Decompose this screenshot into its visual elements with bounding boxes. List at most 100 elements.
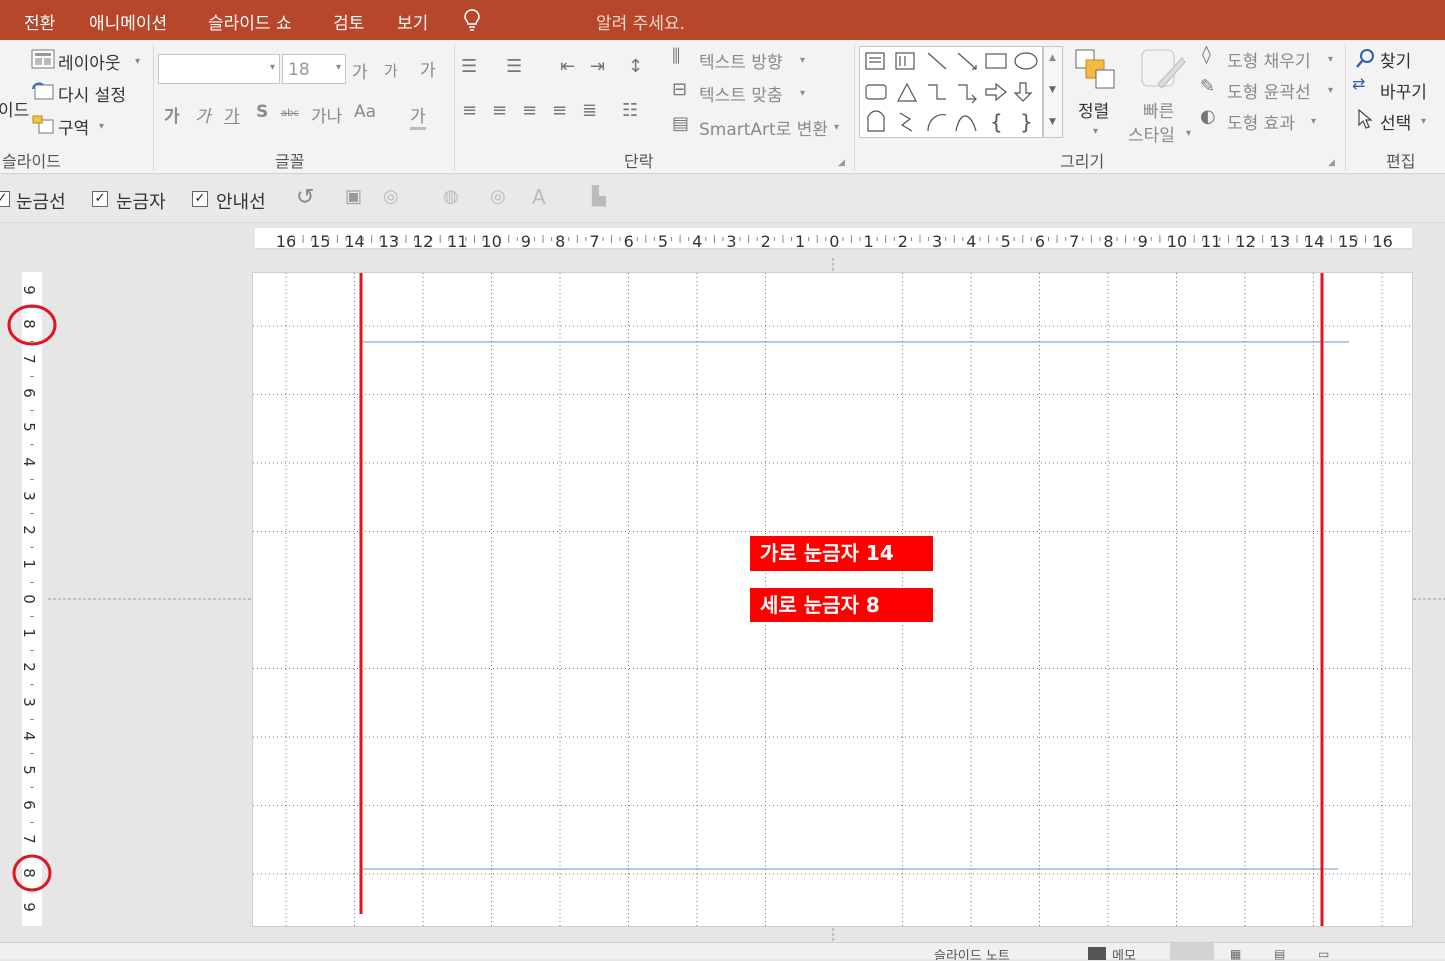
align-text-icon: ⊟: [672, 79, 688, 100]
tab-slideshow[interactable]: 슬라이드 쇼: [208, 9, 292, 34]
ribbon-tab-bar: 전환 애니메이션 슬라이드 쇼 검토 보기 알려 주세요.: [0, 0, 1445, 40]
label-horizontal-ruler[interactable]: 가로 눈금자 14: [750, 536, 933, 571]
normal-view-button[interactable]: [1170, 943, 1214, 960]
justify-icon[interactable]: ≡: [552, 102, 567, 120]
find-button[interactable]: 찾기: [1380, 47, 1411, 72]
undo-icon[interactable]: ↺: [296, 187, 314, 209]
chevron-down-icon: ▾: [270, 62, 276, 73]
group-divider: [454, 44, 455, 170]
view-options-bar: ✓ 눈금선 ✓ 눈금자 ✓ 안내선 ↺ ▣ ◎ ◍ ◎ A ▙: [0, 175, 1445, 223]
group-label-slides: 슬라이드: [2, 152, 61, 171]
shape-effects-button[interactable]: 도형 효과: [1227, 109, 1295, 134]
chevron-down-icon: ▾: [1328, 54, 1334, 65]
decrease-indent-icon[interactable]: ⇤: [560, 58, 575, 76]
align-right-icon[interactable]: ≡: [522, 102, 537, 120]
shape-merge-icon[interactable]: ◎: [383, 188, 399, 206]
group-label-editing: 편집: [1386, 152, 1416, 171]
gridlines-label: 눈금선: [16, 192, 66, 213]
guides-checkbox[interactable]: ✓: [192, 191, 208, 207]
replace-button[interactable]: 바꾸기: [1380, 78, 1427, 103]
pencil-icon: ✎: [1200, 76, 1216, 97]
format-painter-icon[interactable]: ▙: [592, 188, 606, 206]
gallery-more-icon[interactable]: ▼: [1049, 117, 1056, 127]
chevron-down-icon: ▾: [135, 56, 141, 67]
dialog-launcher-icon[interactable]: ◢: [838, 158, 845, 168]
tab-review[interactable]: 검토: [333, 9, 364, 34]
align-left-icon[interactable]: ≡: [462, 102, 477, 120]
arrange-icon: [1075, 49, 1115, 89]
ruler-checkbox[interactable]: ✓: [92, 191, 108, 207]
group-divider: [854, 44, 855, 170]
scroll-down-icon[interactable]: ▼: [1049, 85, 1056, 95]
strikethrough-button[interactable]: abc: [281, 108, 299, 119]
text-effects-icon[interactable]: A: [532, 187, 546, 207]
chevron-down-icon: ▾: [1311, 116, 1317, 127]
clear-format-button[interactable]: 가: [420, 56, 436, 81]
chevron-down-icon: ▾: [800, 88, 806, 99]
reset-button[interactable]: 다시 설정: [58, 81, 126, 106]
align-text-button[interactable]: 텍스트 맞춤: [699, 81, 783, 106]
text-direction-button[interactable]: 텍스트 방향: [699, 48, 783, 73]
line-spacing-icon[interactable]: ↕: [628, 58, 643, 76]
shape-fill-button[interactable]: 도형 채우기: [1227, 47, 1311, 72]
shape-intersect-icon[interactable]: ◎: [490, 188, 506, 206]
section-button[interactable]: 구역: [58, 114, 89, 139]
underline-button[interactable]: 가: [224, 102, 240, 127]
font-name-combo[interactable]: [158, 54, 280, 84]
text-shadow-button[interactable]: S: [256, 102, 268, 122]
grow-font-button[interactable]: 가: [352, 58, 368, 83]
scroll-up-icon[interactable]: ▲: [1049, 53, 1056, 63]
new-slide-label-clipped[interactable]: 이드: [0, 96, 29, 121]
select-button[interactable]: 선택: [1380, 109, 1411, 134]
chevron-down-icon: ▾: [834, 122, 840, 133]
gallery-scrollbar[interactable]: ▲ ▼ ▼: [1043, 46, 1063, 138]
label-vertical-ruler[interactable]: 세로 눈금자 8: [750, 588, 933, 622]
smartart-icon: ▤: [672, 113, 690, 134]
section-icon: [32, 115, 54, 134]
shape-union-icon[interactable]: ◍: [443, 188, 459, 206]
shape-outline-button[interactable]: 도형 윤곽선: [1227, 78, 1311, 103]
arrange-button[interactable]: 정렬: [1078, 97, 1109, 122]
search-icon: [1356, 49, 1374, 68]
svg-text:{: {: [990, 110, 1003, 134]
notes-button[interactable]: 슬라이드 노트: [934, 945, 1010, 960]
gridlines-checkbox[interactable]: ✓: [0, 191, 10, 207]
chevron-down-icon: ▾: [1421, 116, 1427, 127]
ribbon: 이드 레이아웃 ▾ 다시 설정 구역 ▾ 슬라이드 ▾ 18 ▾ 가 가 가 가…: [0, 40, 1445, 174]
tab-transitions[interactable]: 전환: [24, 9, 55, 34]
tell-me-input[interactable]: 알려 주세요.: [596, 9, 685, 34]
chevron-down-icon: ▾: [99, 121, 105, 132]
paint-bucket-icon: ◊: [1202, 44, 1211, 65]
dialog-launcher-icon[interactable]: ◢: [1328, 158, 1335, 168]
slideshow-icon[interactable]: ▣: [345, 188, 362, 206]
group-label-paragraph: 단락: [624, 152, 654, 171]
ruler-label: 눈금자: [116, 192, 166, 213]
columns-icon[interactable]: ☷: [622, 102, 638, 120]
align-center-icon[interactable]: ≡: [492, 102, 507, 120]
quick-styles-label-2[interactable]: 스타일: [1128, 121, 1175, 146]
text-direction-icon: ⫼: [672, 46, 681, 67]
group-divider: [1345, 44, 1346, 170]
slide-canvas[interactable]: 가로 눈금자 14 세로 눈금자 8: [252, 272, 1413, 927]
shapes-gallery[interactable]: { }: [859, 46, 1043, 138]
numbering-icon[interactable]: ☰: [506, 58, 522, 76]
change-case-button[interactable]: Aa: [354, 102, 376, 122]
bullets-icon[interactable]: ☰: [461, 58, 477, 76]
quick-styles-label-1[interactable]: 빠른: [1143, 97, 1174, 122]
chevron-down-icon: ▾: [1328, 85, 1334, 96]
tab-animations[interactable]: 애니메이션: [89, 9, 167, 34]
comments-button[interactable]: 메모: [1112, 945, 1136, 960]
italic-button[interactable]: 가: [195, 102, 211, 127]
smartart-button[interactable]: SmartArt로 변환: [699, 115, 828, 140]
distribute-icon[interactable]: ≣: [582, 102, 597, 120]
increase-indent-icon[interactable]: ⇥: [590, 58, 605, 76]
group-label-font: 글꼴: [275, 152, 305, 171]
chevron-down-icon: ▾: [336, 62, 342, 73]
shrink-font-button[interactable]: 가: [384, 60, 398, 81]
layout-button[interactable]: 레이아웃: [58, 49, 121, 74]
layout-icon: [31, 49, 55, 69]
font-color-button[interactable]: 가: [410, 102, 426, 130]
bold-button[interactable]: 가: [164, 102, 180, 127]
tab-view[interactable]: 보기: [397, 9, 428, 34]
char-spacing-button[interactable]: 가나: [311, 102, 342, 127]
